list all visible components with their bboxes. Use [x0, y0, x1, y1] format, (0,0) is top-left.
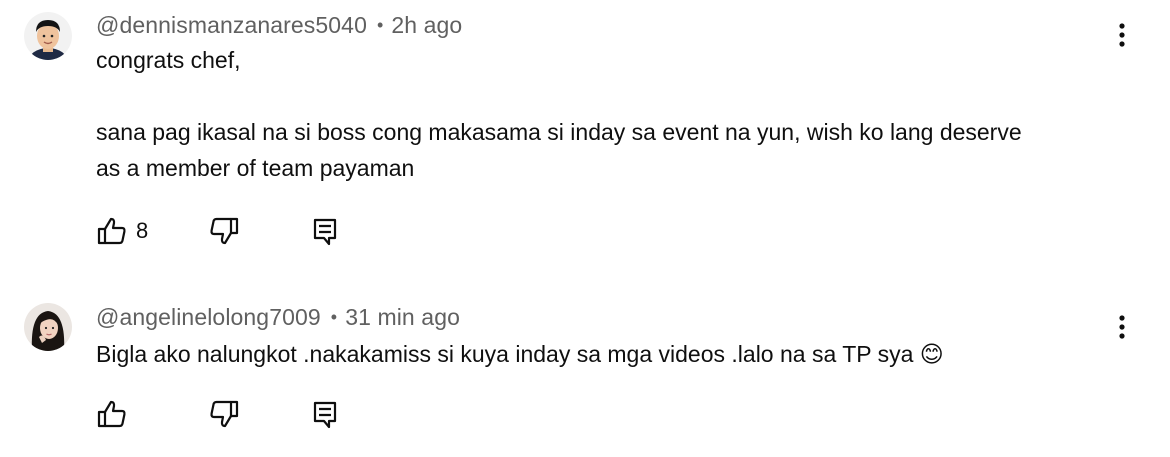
comment-time[interactable]: 2h ago [391, 12, 462, 38]
reply-comment-icon [313, 401, 337, 429]
reply-button[interactable] [310, 215, 342, 247]
more-actions-button[interactable] [1108, 21, 1136, 49]
like-button[interactable]: 8 [96, 215, 156, 247]
more-actions-button[interactable] [1108, 313, 1136, 341]
reply-button[interactable] [310, 398, 342, 430]
more-vertical-icon [1119, 315, 1125, 339]
meta-separator: • [376, 15, 384, 35]
comment-text: Bigla ako nalungkot .nakakamiss si kuya … [96, 336, 944, 372]
like-button[interactable] [96, 398, 128, 430]
comment-time[interactable]: 31 min ago [345, 304, 460, 330]
thumbs-down-icon [210, 217, 239, 245]
meta-separator: • [330, 307, 338, 327]
comment-text-line: congrats chef, [96, 47, 241, 73]
comment-text-line: as a member of team payaman [96, 155, 415, 181]
comment-text: congrats chef, sana pag ikasal na si bos… [96, 42, 1022, 186]
reply-comment-icon [313, 218, 337, 246]
like-count: 8 [136, 218, 149, 243]
avatar[interactable] [24, 303, 72, 351]
comment-text-line: sana pag ikasal na si boss cong makasama… [96, 119, 1022, 145]
more-vertical-icon [1119, 23, 1125, 47]
author-name[interactable]: @dennismanzanares5040 [96, 12, 367, 38]
comment-thread-1: @dennismanzanares5040 • 2h ago congrats ch… [0, 0, 1170, 270]
author-name[interactable]: @angelinelolong7009 [96, 304, 321, 330]
comment-meta: @dennismanzanares5040 • 2h ago [96, 12, 462, 39]
avatar[interactable] [24, 12, 72, 60]
comment-text-line [96, 78, 1022, 114]
thumbs-up-icon [97, 400, 126, 428]
thumbs-up-icon [97, 217, 126, 245]
comment-thread-2: @angelinelolong7009 • 31 min ago Bigla ako… [0, 292, 1170, 457]
dislike-button[interactable] [208, 215, 240, 247]
thumbs-down-icon [210, 400, 239, 428]
comment-meta: @angelinelolong7009 • 31 min ago [96, 304, 460, 331]
comment-text-line: Bigla ako nalungkot .nakakamiss si kuya … [96, 341, 944, 367]
dislike-button[interactable] [208, 398, 240, 430]
